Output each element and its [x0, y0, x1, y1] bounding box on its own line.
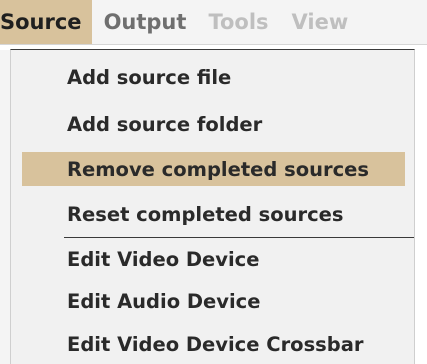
menu-tools[interactable]: Tools	[208, 0, 281, 44]
menu-view[interactable]: View	[292, 0, 362, 44]
menu-item-edit-video-device[interactable]: Edit Video Device	[22, 242, 405, 276]
menu-item-edit-audio-device[interactable]: Edit Audio Device	[22, 284, 405, 318]
menu-item-remove-completed-sources[interactable]: Remove completed sources	[22, 152, 405, 186]
menu-output[interactable]: Output	[104, 0, 201, 44]
menu-source[interactable]: Source	[0, 0, 92, 44]
menu-separator	[64, 237, 414, 238]
source-dropdown-menu: Add source file Add source folder Remove…	[10, 49, 415, 364]
menu-item-add-source-file[interactable]: Add source file	[22, 60, 405, 94]
window-edge	[0, 50, 10, 364]
menu-bar: Source Output Tools View	[0, 0, 427, 45]
menu-item-edit-video-device-crossbar[interactable]: Edit Video Device Crossbar	[22, 327, 405, 361]
menu-item-add-source-folder[interactable]: Add source folder	[22, 107, 405, 141]
menu-item-reset-completed-sources[interactable]: Reset completed sources	[22, 197, 405, 231]
